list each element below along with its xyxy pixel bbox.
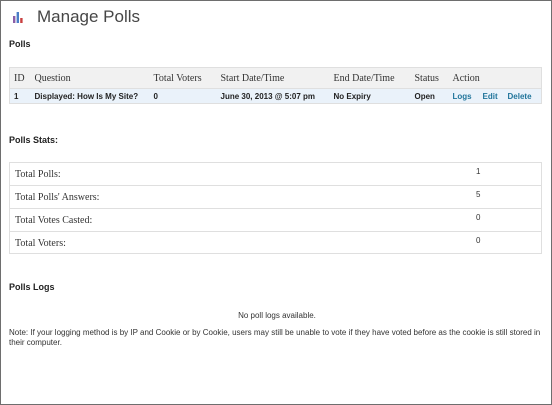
edit-link[interactable]: Edit — [478, 88, 504, 104]
polls-table-header: ID Question Total Voters Start Date/Time… — [9, 67, 542, 89]
col-question: Question — [30, 67, 150, 89]
col-end-date: End Date/Time — [329, 67, 411, 89]
poll-end-date: No Expiry — [329, 88, 411, 104]
bar-chart-icon — [13, 12, 23, 23]
window-frame: Manage Polls Polls ID Question Total Vot… — [0, 0, 552, 405]
stats-table: Total Polls: 1 Total Polls' Answers: 5 T… — [9, 162, 542, 254]
poll-status: Open — [410, 88, 449, 104]
col-action: Action — [448, 67, 542, 89]
stat-row-total-answers: Total Polls' Answers: 5 — [10, 186, 541, 209]
stat-row-total-polls: Total Polls: 1 — [10, 163, 541, 186]
page-header: Manage Polls — [12, 6, 140, 28]
table-row: 1 Displayed: How Is My Site? 0 June 30, … — [9, 88, 542, 104]
stat-label: Total Voters: — [15, 238, 66, 249]
stats-heading: Polls Stats: — [9, 135, 59, 145]
delete-link[interactable]: Delete — [503, 88, 542, 104]
stat-label: Total Polls' Answers: — [15, 191, 100, 203]
stat-value: 0 — [476, 236, 481, 245]
logs-heading: Polls Logs — [9, 282, 55, 292]
stat-label: Total Polls: — [15, 168, 61, 180]
logs-link[interactable]: Logs — [448, 88, 479, 104]
stat-label: Total Votes Casted: — [15, 214, 93, 226]
poll-id: 1 — [9, 88, 31, 104]
col-total-voters: Total Voters — [149, 67, 217, 89]
col-id: ID — [9, 67, 31, 89]
col-start-date: Start Date/Time — [216, 67, 330, 89]
stat-row-total-voters: Total Voters: 0 — [10, 232, 541, 255]
stat-value: 1 — [476, 166, 481, 176]
stat-value: 0 — [476, 212, 481, 222]
empty-logs-message: No poll logs available. — [238, 311, 316, 320]
stat-row-total-votes: Total Votes Casted: 0 — [10, 209, 541, 232]
page-title: Manage Polls — [37, 7, 141, 26]
stat-value: 5 — [476, 189, 481, 199]
polls-table: ID Question Total Voters Start Date/Time… — [9, 67, 542, 104]
poll-start-date: June 30, 2013 @ 5:07 pm — [216, 88, 330, 104]
polls-heading: Polls — [9, 39, 31, 49]
poll-total-voters: 0 — [149, 88, 217, 104]
col-status: Status — [410, 67, 449, 89]
logging-note: Note: If your logging method is by IP an… — [9, 328, 541, 347]
poll-question: Displayed: How Is My Site? — [30, 88, 150, 104]
